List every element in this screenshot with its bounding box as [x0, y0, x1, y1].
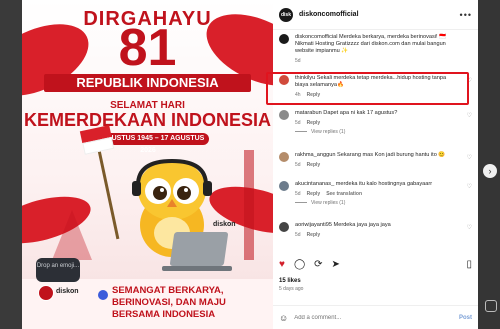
action-bar: ♥ ◯ ⟳ ➤ ▯	[279, 258, 472, 272]
next-post-chevron-icon[interactable]: ›	[483, 164, 497, 178]
overlay-label: diskon	[56, 288, 79, 295]
emoji-icon[interactable]: ☺	[279, 313, 288, 323]
comment-item: akucintananas_ merdeka itu kalo hostingn…	[273, 181, 478, 206]
reply-button[interactable]: Reply	[307, 232, 321, 238]
bookmark-icon[interactable]: ▯	[466, 259, 472, 271]
comment-avatar[interactable]	[279, 152, 289, 162]
posted-ago: 5 days ago	[279, 286, 304, 292]
view-replies-button[interactable]: View replies (1)	[295, 129, 472, 135]
comment-avatar[interactable]	[279, 110, 289, 120]
image-bottom-text: SEMANGAT BERKARYA, BERINOVASI, DAN MAJU …	[112, 285, 226, 320]
comment-text: rakhma_anggun Sekarang mas Kon jadi buru…	[295, 152, 446, 158]
likes-count[interactable]: 15 likes	[279, 278, 301, 284]
comment-meta: 5d Reply	[295, 232, 472, 238]
comment-time: 5d	[295, 191, 301, 197]
comment-time: 5d	[295, 120, 301, 126]
comment-text: diskoncomofficial Merdeka berkarya, merd…	[295, 34, 447, 54]
emoji-drop-tooltip: Drop an emoji...	[36, 258, 80, 282]
comment-text: akucintananas_ merdeka itu kalo hostingn…	[295, 181, 433, 187]
laptop-icon	[169, 232, 229, 266]
comment-avatar[interactable]	[279, 34, 289, 44]
comment-icon[interactable]: ◯	[294, 259, 305, 271]
add-comment-input[interactable]	[294, 314, 459, 321]
profile-username[interactable]: diskoncomofficial	[299, 11, 460, 18]
view-replies-button[interactable]: View replies (1)	[295, 200, 472, 206]
post-button[interactable]: Post	[459, 315, 472, 321]
comment-text: aoriwijayanti95 Merdeka jaya jaya jaya	[295, 222, 391, 228]
comment-avatar[interactable]	[279, 222, 289, 232]
avatar-text: disk	[280, 11, 291, 18]
heart-filled-icon[interactable]: ♥	[279, 259, 285, 271]
reply-button[interactable]: Reply	[307, 191, 321, 197]
image-brand-mark: diskon	[213, 221, 236, 228]
reply-button[interactable]: Reply	[307, 120, 321, 126]
reply-button[interactable]: Reply	[307, 162, 321, 168]
comment-highlight-box	[266, 72, 469, 105]
laptop-base	[162, 266, 232, 271]
comment-time: 5d	[295, 162, 301, 168]
profile-avatar[interactable]: disk	[279, 7, 293, 22]
comment-time: 5d	[295, 232, 301, 238]
like-comment-heart-icon[interactable]: ♡	[467, 112, 472, 119]
like-comment-heart-icon[interactable]: ♡	[467, 183, 472, 190]
see-translation-button[interactable]: See translation	[326, 191, 362, 197]
like-comment-heart-icon[interactable]: ♡	[467, 154, 472, 161]
overlay-avatar-secondary[interactable]	[98, 290, 108, 300]
add-comment-bar: ☺ Post	[273, 305, 478, 329]
indonesia-flag-icon	[79, 125, 115, 155]
backdrop-left	[0, 0, 22, 329]
share-icon[interactable]: ⟳	[314, 259, 322, 271]
comment-meta: 5d Reply	[295, 120, 472, 126]
comment-text: matarabun Dapet apa ni kak 17 agustus?	[295, 110, 398, 116]
like-comment-heart-icon[interactable]: ♡	[467, 224, 472, 231]
comment-item: matarabun Dapet apa ni kak 17 agustus? 5…	[273, 110, 478, 135]
image-banner: REPUBLIK INDONESIA	[44, 74, 251, 92]
caption: diskoncomofficial Merdeka berkarya, merd…	[273, 34, 478, 64]
post-header: disk diskoncomofficial •••	[273, 0, 478, 30]
monument-silhouette	[244, 150, 254, 260]
image-big-number: 81	[118, 19, 177, 77]
post-modal: DIRGAHAYU 81 REPUBLIK INDONESIA SELAMAT …	[22, 0, 478, 329]
comment-item: aoriwijayanti95 Merdeka jaya jaya jaya 5…	[273, 222, 478, 238]
post-image[interactable]: DIRGAHAYU 81 REPUBLIK INDONESIA SELAMAT …	[22, 0, 273, 329]
image-headline-mid: KEMERDEKAAN INDONESIA	[23, 110, 272, 130]
flagpole	[95, 140, 120, 240]
send-icon[interactable]: ➤	[332, 259, 340, 271]
comments-list[interactable]: diskoncomofficial Merdeka berkarya, merd…	[273, 30, 478, 252]
comment-meta: 5d Reply	[295, 162, 472, 168]
post-details-panel: disk diskoncomofficial ••• diskoncomoffi…	[273, 0, 478, 329]
overlay-avatar[interactable]	[38, 285, 54, 301]
instagram-icon[interactable]	[485, 300, 497, 312]
comment-meta: 5d Reply See translation	[295, 191, 472, 197]
comment-meta: 5d	[295, 58, 472, 64]
comment-item: rakhma_anggun Sekarang mas Kon jadi buru…	[273, 152, 478, 168]
comment-time: 5d	[295, 58, 301, 64]
comment-avatar[interactable]	[279, 181, 289, 191]
more-dots-icon[interactable]: •••	[460, 10, 472, 20]
